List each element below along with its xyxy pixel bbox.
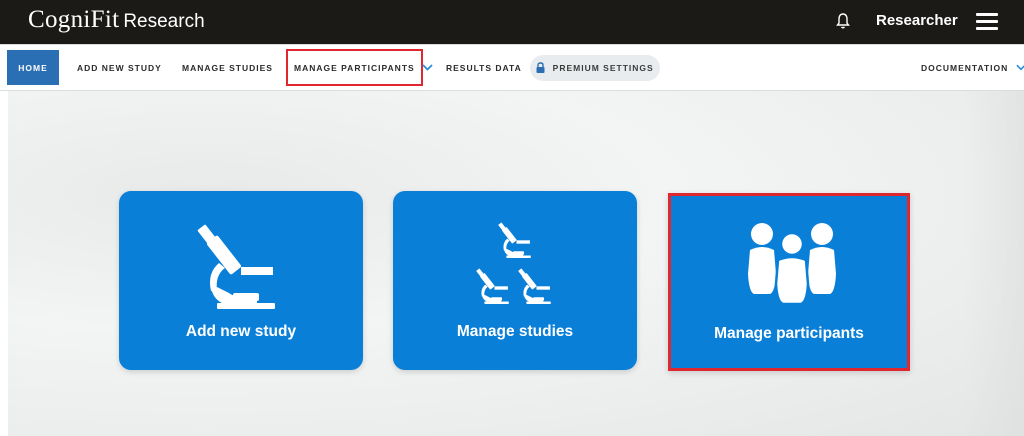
- manage-participants-label: Manage participants: [714, 325, 864, 342]
- lock-icon: [536, 62, 545, 73]
- nav-add-new-study[interactable]: ADD NEW STUDY: [77, 50, 162, 86]
- nav-premium-settings[interactable]: PREMIUM SETTINGS: [530, 55, 660, 81]
- add-new-study-card[interactable]: Add new study: [119, 191, 363, 370]
- bell-icon[interactable]: [835, 12, 851, 30]
- chevron-down-icon: [422, 64, 433, 72]
- nav-manage-studies[interactable]: MANAGE STUDIES: [182, 50, 273, 86]
- people-group-icon: [748, 223, 836, 304]
- nav-manage-participants-label: MANAGE PARTICIPANTS: [294, 63, 415, 73]
- nav-bar: HOME ADD NEW STUDY MANAGE STUDIES MANAGE…: [0, 44, 1024, 91]
- nav-manage-participants[interactable]: MANAGE PARTICIPANTS: [286, 49, 433, 86]
- user-name[interactable]: Researcher: [876, 12, 958, 29]
- add-new-study-label: Add new study: [185, 323, 297, 340]
- manage-studies-label: Manage studies: [456, 323, 574, 340]
- top-bar: CogniFit Research Researcher: [0, 0, 1024, 44]
- chevron-down-icon: [1016, 64, 1024, 71]
- nav-premium-settings-label: PREMIUM SETTINGS: [552, 63, 654, 73]
- logo[interactable]: CogniFit Research: [28, 6, 205, 36]
- microscopes-icon: [476, 222, 551, 304]
- nav-documentation-label: DOCUMENTATION: [921, 63, 1009, 73]
- manage-studies-card[interactable]: Manage studies: [393, 191, 637, 370]
- microscope-icon: [197, 224, 275, 309]
- logo-subtitle: Research: [123, 11, 205, 32]
- nav-documentation[interactable]: DOCUMENTATION: [921, 50, 1024, 86]
- manage-participants-card[interactable]: Manage participants: [668, 193, 910, 371]
- hamburger-menu-icon[interactable]: [976, 13, 998, 31]
- main-content: Add new study Manage studies Manage part…: [0, 91, 1024, 436]
- logo-brand: CogniFit: [28, 6, 120, 33]
- nav-results-data[interactable]: RESULTS DATA: [446, 50, 522, 86]
- nav-home[interactable]: HOME: [7, 50, 59, 85]
